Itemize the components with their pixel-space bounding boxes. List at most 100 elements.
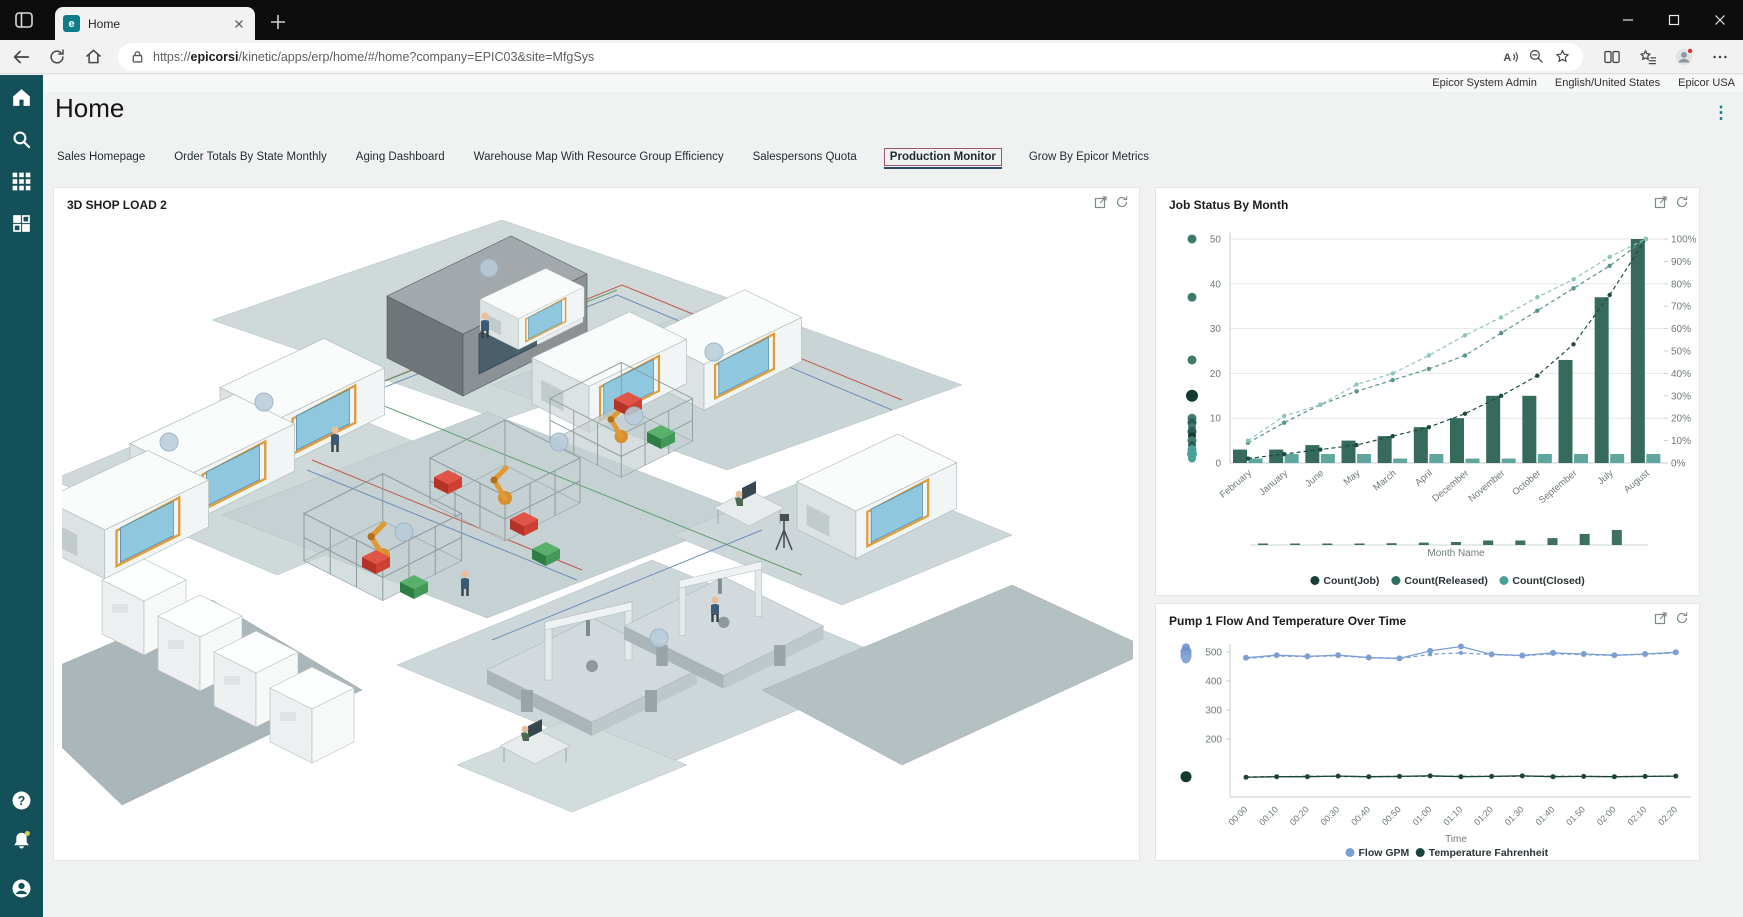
reload-button[interactable] bbox=[42, 43, 72, 71]
svg-text:October: October bbox=[1510, 468, 1543, 498]
app-sidebar: ? bbox=[0, 75, 43, 917]
svg-text:00:00: 00:00 bbox=[1226, 804, 1249, 827]
svg-text:February: February bbox=[1218, 468, 1254, 501]
svg-text:70%: 70% bbox=[1671, 302, 1691, 313]
svg-text:00:40: 00:40 bbox=[1349, 804, 1372, 827]
session-company[interactable]: Epicor USA bbox=[1678, 77, 1735, 89]
svg-text:90%: 90% bbox=[1671, 257, 1691, 268]
dashboard-tab-grow-by-epicor-metrics[interactable]: Grow By Epicor Metrics bbox=[1027, 148, 1151, 166]
sidebar-notifications-bell-icon[interactable] bbox=[9, 828, 34, 853]
svg-text:August: August bbox=[1622, 468, 1652, 496]
favorite-star-icon[interactable] bbox=[1549, 45, 1575, 69]
svg-text:200: 200 bbox=[1205, 735, 1222, 746]
svg-text:?: ? bbox=[18, 794, 26, 808]
svg-text:02:10: 02:10 bbox=[1626, 804, 1649, 827]
session-locale[interactable]: English/United States bbox=[1555, 77, 1660, 89]
svg-text:100%: 100% bbox=[1671, 235, 1697, 246]
svg-text:April: April bbox=[1413, 468, 1435, 489]
read-aloud-icon[interactable]: A bbox=[1497, 45, 1523, 69]
session-bar: Epicor System Admin English/United State… bbox=[43, 75, 1743, 92]
sidebar-dashboards-icon[interactable] bbox=[9, 211, 34, 236]
svg-text:01:00: 01:00 bbox=[1411, 804, 1434, 827]
svg-text:00:30: 00:30 bbox=[1319, 804, 1342, 827]
window-controls bbox=[1605, 0, 1743, 40]
tab-title: Home bbox=[88, 17, 231, 31]
panel-maximize-icon[interactable] bbox=[1654, 611, 1668, 625]
svg-text:Count(Closed): Count(Closed) bbox=[1512, 575, 1584, 587]
svg-text:10%: 10% bbox=[1671, 436, 1691, 447]
session-user[interactable]: Epicor System Admin bbox=[1432, 77, 1537, 89]
dashboard-tab-sales-homepage[interactable]: Sales Homepage bbox=[55, 148, 147, 166]
dashboard-tab-aging-dashboard[interactable]: Aging Dashboard bbox=[354, 148, 447, 166]
window-close-button[interactable] bbox=[1697, 0, 1743, 40]
svg-text:00:50: 00:50 bbox=[1380, 804, 1403, 827]
svg-text:November: November bbox=[1466, 468, 1507, 505]
svg-text:30: 30 bbox=[1210, 324, 1222, 335]
sidebar-apps-grid-icon[interactable] bbox=[9, 169, 34, 194]
sidebar-search-icon[interactable] bbox=[9, 127, 34, 152]
tab-actions-icon[interactable] bbox=[12, 8, 36, 32]
sidebar-home-icon[interactable] bbox=[9, 85, 34, 110]
address-bar[interactable]: https://epicorsi/kinetic/apps/erp/home/#… bbox=[118, 43, 1583, 71]
profile-avatar[interactable] bbox=[1669, 43, 1699, 71]
svg-text:01:30: 01:30 bbox=[1503, 804, 1526, 827]
dashboard-tabs: Sales Homepage Order Totals By State Mont… bbox=[55, 147, 1713, 166]
zoom-out-icon[interactable] bbox=[1523, 45, 1549, 69]
svg-text:02:00: 02:00 bbox=[1595, 804, 1618, 827]
dashboard-tab-order-totals-by-state-monthly[interactable]: Order Totals By State Monthly bbox=[172, 148, 329, 166]
sidebar-help-icon[interactable]: ? bbox=[9, 788, 34, 813]
svg-text:September: September bbox=[1537, 468, 1580, 506]
svg-text:00:10: 00:10 bbox=[1257, 804, 1280, 827]
window-maximize-button[interactable] bbox=[1651, 0, 1697, 40]
browser-titlebar: e Home bbox=[0, 0, 1743, 40]
lock-icon bbox=[130, 49, 145, 64]
svg-text:400: 400 bbox=[1205, 677, 1222, 688]
job-status-chart: 010203040500%10%20%30%40%50%60%70%80%90%… bbox=[1156, 218, 1701, 597]
svg-text:00:20: 00:20 bbox=[1288, 804, 1311, 827]
favorites-collections-icon[interactable] bbox=[1633, 43, 1663, 71]
panel-refresh-icon[interactable] bbox=[1115, 195, 1129, 209]
factory-floor-illustration bbox=[62, 220, 1133, 854]
panel-refresh-icon[interactable] bbox=[1675, 195, 1689, 209]
svg-text:Temperature Fahrenheit: Temperature Fahrenheit bbox=[1429, 847, 1549, 859]
home-button[interactable] bbox=[78, 43, 108, 71]
panel-shop-load: 3D SHOP LOAD 2 bbox=[53, 187, 1140, 861]
svg-text:Count(Job): Count(Job) bbox=[1323, 575, 1379, 587]
svg-text:20%: 20% bbox=[1671, 414, 1691, 425]
settings-ellipsis-icon[interactable] bbox=[1705, 43, 1735, 71]
svg-text:July: July bbox=[1596, 468, 1616, 487]
browser-toolbar: https://epicorsi/kinetic/apps/erp/home/#… bbox=[0, 40, 1743, 74]
svg-text:Month Name: Month Name bbox=[1427, 548, 1485, 559]
svg-text:500: 500 bbox=[1205, 648, 1222, 659]
svg-text:0%: 0% bbox=[1671, 459, 1686, 470]
new-tab-button[interactable] bbox=[266, 10, 292, 36]
svg-text:30%: 30% bbox=[1671, 391, 1691, 402]
svg-text:80%: 80% bbox=[1671, 279, 1691, 290]
tab-close-icon[interactable] bbox=[231, 16, 247, 32]
sidebar-user-profile-icon[interactable] bbox=[9, 876, 34, 901]
dashboard-area: 3D SHOP LOAD 2 bbox=[43, 187, 1743, 917]
panel-maximize-icon[interactable] bbox=[1654, 195, 1668, 209]
svg-text:20: 20 bbox=[1210, 369, 1222, 380]
panel-job-status: Job Status By Month 010203040500%10%20%3… bbox=[1155, 187, 1700, 596]
dashboard-tab-warehouse-map-with-resource-group-efficiency[interactable]: Warehouse Map With Resource Group Effici… bbox=[472, 148, 726, 166]
svg-text:A: A bbox=[1503, 51, 1511, 63]
svg-text:0: 0 bbox=[1215, 459, 1221, 470]
browser-tab[interactable]: e Home bbox=[55, 7, 255, 40]
svg-text:December: December bbox=[1430, 468, 1471, 505]
dashboard-tab-production-monitor[interactable]: Production Monitor bbox=[884, 148, 1002, 166]
dashboard-tab-salespersons-quota[interactable]: Salespersons Quota bbox=[751, 148, 859, 166]
panel-refresh-icon[interactable] bbox=[1675, 611, 1689, 625]
split-screen-icon[interactable] bbox=[1597, 43, 1627, 71]
panel-pump: Pump 1 Flow And Temperature Over Time 20… bbox=[1155, 603, 1700, 861]
back-button[interactable] bbox=[6, 43, 36, 71]
window-minimize-button[interactable] bbox=[1605, 0, 1651, 40]
svg-text:01:20: 01:20 bbox=[1472, 804, 1495, 827]
page-title: Home bbox=[55, 93, 124, 124]
overflow-menu-icon[interactable]: ⋮ bbox=[1711, 103, 1731, 123]
panel-maximize-icon[interactable] bbox=[1094, 195, 1108, 209]
svg-text:01:50: 01:50 bbox=[1564, 804, 1587, 827]
svg-text:50: 50 bbox=[1210, 235, 1222, 246]
svg-text:10: 10 bbox=[1210, 414, 1222, 425]
svg-text:June: June bbox=[1303, 468, 1326, 490]
